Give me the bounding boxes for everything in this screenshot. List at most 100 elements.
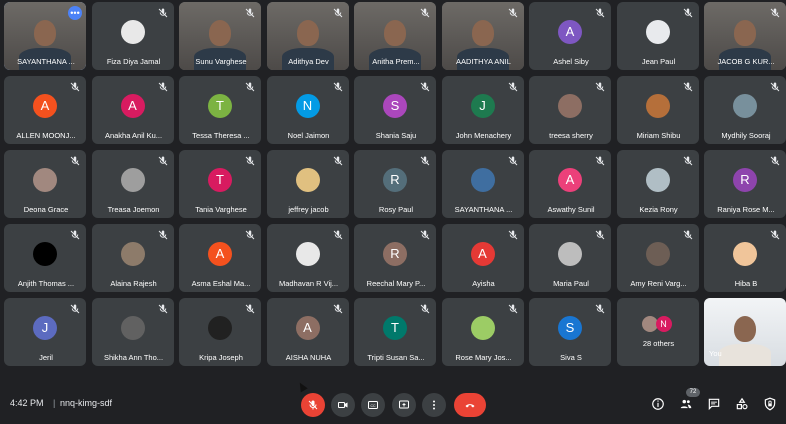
participant-tile-kripa-joseph[interactable]: Kripa Joseph bbox=[179, 298, 261, 366]
participant-tile-kezia-rony[interactable]: Kezia Rony bbox=[616, 150, 699, 218]
avatar bbox=[120, 241, 145, 266]
participant-name: SAYANTHANA ... bbox=[17, 57, 75, 66]
more-options-button[interactable] bbox=[422, 393, 446, 417]
participant-tile-jean-paul[interactable]: Jean Paul bbox=[616, 2, 699, 70]
mic-off-icon bbox=[332, 228, 344, 240]
participant-tile-anitha-prem[interactable]: Anitha Prem... bbox=[354, 2, 436, 70]
participant-tile-alaina-rajesh[interactable]: Alaina Rajesh bbox=[91, 224, 174, 292]
participant-tile-reechal-mary-p[interactable]: R Reechal Mary P... bbox=[354, 224, 436, 292]
participant-tile-sunu-varghese[interactable]: Sunu Varghese bbox=[179, 2, 261, 70]
participant-name: Rosy Paul bbox=[378, 205, 414, 214]
meeting-time: 4:42 PM bbox=[10, 398, 44, 408]
participant-tile-you[interactable]: You bbox=[704, 298, 786, 366]
participant-tile-28-others[interactable]: N 28 others bbox=[616, 298, 699, 366]
avatar: A bbox=[470, 241, 495, 266]
video-person bbox=[734, 315, 756, 342]
mic-off-icon bbox=[594, 228, 606, 240]
participant-tile-mydhily-sooraj[interactable]: Mydhily Sooraj bbox=[704, 76, 786, 144]
participant-tile-anakha-anil-ku[interactable]: A Anakha Anil Ku... bbox=[91, 76, 174, 144]
participant-tile-john-menachery[interactable]: J John Menachery bbox=[441, 76, 524, 144]
participant-tile-ashel-siby[interactable]: A Ashel Siby bbox=[529, 2, 611, 70]
participant-tile-treasa-joemon[interactable]: Treasa Joemon bbox=[91, 150, 174, 218]
participant-tile-miriam-shibu[interactable]: Miriam Shibu bbox=[616, 76, 699, 144]
participant-name: Ashel Siby bbox=[553, 57, 589, 66]
mic-off-icon bbox=[507, 302, 519, 314]
avatar: A bbox=[558, 167, 582, 192]
participant-tile-sayanthana[interactable]: SAYANTHANA ... bbox=[441, 150, 524, 218]
participant-tile-sayanthana[interactable]: ••• SAYANTHANA ... bbox=[4, 2, 86, 70]
participant-name: Kezia Rony bbox=[639, 205, 678, 214]
avatar bbox=[33, 241, 57, 266]
participant-tile-amy-reni-varg[interactable]: Amy Reni Varg... bbox=[616, 224, 699, 292]
mic-off-icon bbox=[507, 80, 519, 92]
avatar bbox=[470, 167, 495, 192]
participant-name: Adithya Dev bbox=[288, 57, 329, 66]
participant-tile-hiba-b[interactable]: Hiba B bbox=[704, 224, 786, 292]
participant-tile-aswathy-sunil[interactable]: A Aswathy Sunil bbox=[529, 150, 611, 218]
more-options-icon[interactable]: ••• bbox=[68, 6, 82, 20]
mic-off-icon bbox=[594, 154, 606, 166]
people-icon bbox=[680, 399, 692, 409]
avatar bbox=[645, 19, 670, 44]
participant-tile-aadithya-anil[interactable]: AADITHYA ANIL bbox=[441, 2, 524, 70]
participant-name: Fiza Diya Jamal bbox=[106, 57, 161, 66]
host-controls-button[interactable] bbox=[762, 396, 778, 412]
participant-name: John Menachery bbox=[455, 131, 512, 140]
participant-tile-asma-eshal-ma[interactable]: A Asma Eshal Ma... bbox=[179, 224, 261, 292]
camera-button[interactable] bbox=[331, 393, 355, 417]
meeting-details-button[interactable] bbox=[650, 396, 666, 412]
participant-tile-aisha-nuha[interactable]: A AISHA NUHA bbox=[266, 298, 349, 366]
participant-tile-jeril[interactable]: J Jeril bbox=[4, 298, 86, 366]
avatar: S bbox=[558, 315, 582, 340]
participant-tile-tessa-theresa[interactable]: T Tessa Theresa ... bbox=[179, 76, 261, 144]
chat-button[interactable] bbox=[706, 396, 722, 412]
leave-call-button[interactable] bbox=[454, 393, 486, 417]
activities-button[interactable] bbox=[734, 396, 750, 412]
mic-off-icon bbox=[769, 80, 781, 92]
participant-tile-maria-paul[interactable]: Maria Paul bbox=[529, 224, 611, 292]
people-button[interactable] bbox=[678, 396, 694, 412]
mic-off-icon bbox=[594, 80, 606, 92]
avatar: R bbox=[383, 241, 407, 266]
info-icon bbox=[652, 398, 664, 410]
participant-tile-rosy-paul[interactable]: R Rosy Paul bbox=[354, 150, 436, 218]
mic-off-icon bbox=[332, 302, 344, 314]
avatar bbox=[120, 315, 145, 340]
participant-tile-adithya-dev[interactable]: Adithya Dev bbox=[266, 2, 349, 70]
avatar: A bbox=[295, 315, 320, 340]
avatar bbox=[120, 167, 145, 192]
participant-tile-siva-s[interactable]: S Siva S bbox=[529, 298, 611, 366]
participant-name: Tessa Theresa ... bbox=[192, 131, 250, 140]
participant-tile-raniya-rose-m[interactable]: R Raniya Rose M... bbox=[704, 150, 786, 218]
participant-tile-deona-grace[interactable]: Deona Grace bbox=[4, 150, 86, 218]
participant-tile-madhavan-r-vij[interactable]: Madhavan R Vij... bbox=[266, 224, 349, 292]
participant-tile-shikha-ann-tho[interactable]: Shikha Ann Tho... bbox=[91, 298, 174, 366]
participant-name: Deona Grace bbox=[23, 205, 69, 214]
participant-name: Siva S bbox=[560, 353, 582, 362]
participant-tile-rose-mary-jos[interactable]: Rose Mary Jos... bbox=[441, 298, 524, 366]
mic-off-icon bbox=[682, 80, 694, 92]
participant-tile-jacob-g-kur[interactable]: JACOB G KUR... bbox=[704, 2, 786, 70]
participant-tile-fiza-diya-jamal[interactable]: Fiza Diya Jamal bbox=[91, 2, 174, 70]
participant-tile-anjith-thomas[interactable]: Anjith Thomas ... bbox=[4, 224, 86, 292]
microphone-button[interactable] bbox=[301, 393, 325, 417]
participant-name: You bbox=[709, 349, 722, 358]
avatar bbox=[208, 315, 232, 340]
participant-tile-shania-saju[interactable]: S Shania Saju bbox=[354, 76, 436, 144]
participant-tile-noel-jaimon[interactable]: N Noel Jaimon bbox=[266, 76, 349, 144]
participant-tile-treesa-sherry[interactable]: treesa sherry bbox=[529, 76, 611, 144]
avatar bbox=[295, 241, 320, 266]
participant-tile-tania-varghese[interactable]: T Tania Varghese bbox=[179, 150, 261, 218]
participant-tile-allen-moonj[interactable]: A ALLEN MOONJ... bbox=[4, 76, 86, 144]
mic-off-icon bbox=[419, 228, 431, 240]
participant-name: Tania Varghese bbox=[195, 205, 247, 214]
avatar: R bbox=[383, 167, 407, 192]
captions-button[interactable]: CC bbox=[361, 393, 385, 417]
avatar bbox=[120, 19, 145, 44]
participant-tile-tripti-susan-sa[interactable]: T Tripti Susan Sa... bbox=[354, 298, 436, 366]
mic-off-icon bbox=[244, 154, 256, 166]
present-button[interactable] bbox=[392, 393, 416, 417]
participant-name: Reechal Mary P... bbox=[366, 279, 426, 288]
participant-tile-jeffrey-jacob[interactable]: jeffrey jacob bbox=[266, 150, 349, 218]
participant-tile-ayisha[interactable]: A Ayisha bbox=[441, 224, 524, 292]
